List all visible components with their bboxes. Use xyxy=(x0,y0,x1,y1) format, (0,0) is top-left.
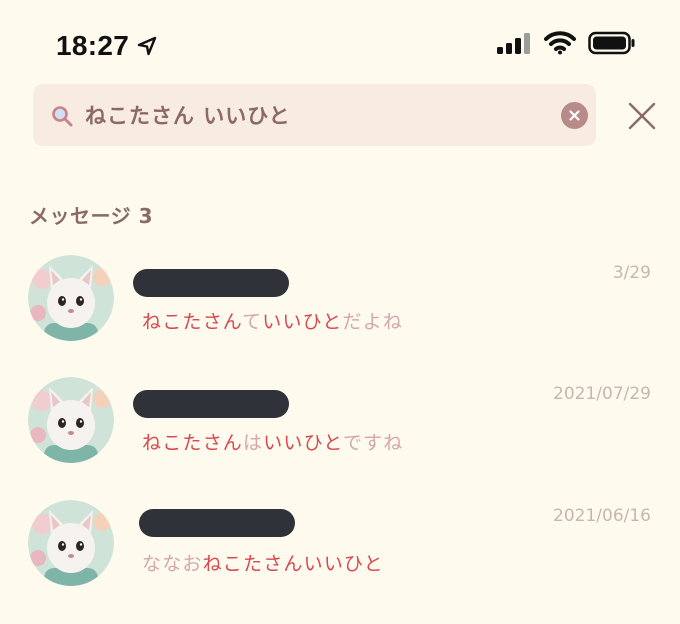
snippet-highlight: ねこたさん xyxy=(142,432,244,454)
avatar xyxy=(28,500,114,586)
wifi-icon xyxy=(544,31,576,55)
snippet-highlight: ねこたさん xyxy=(142,311,243,333)
snippet-text: て xyxy=(242,311,263,333)
message-result-row[interactable]: 3/29 ねこたさんていいひとだよね xyxy=(0,255,680,365)
message-snippet: ねこたさんはいいひとですね xyxy=(142,428,404,455)
close-search-button[interactable] xyxy=(626,100,658,132)
message-snippet: ななおねこたさんいいひと xyxy=(142,549,384,576)
snippet-text: は xyxy=(243,432,264,454)
status-bar-time: 18:27 xyxy=(56,30,157,62)
message-date: 2021/07/29 xyxy=(553,384,651,404)
cellular-signal-icon xyxy=(497,33,530,54)
snippet-text: だよね xyxy=(342,311,404,333)
snippet-text: ですね xyxy=(342,432,404,454)
snippet-highlight: ねこたさん xyxy=(202,553,304,575)
contact-name-redacted xyxy=(133,390,289,418)
contact-name-redacted xyxy=(139,509,295,537)
avatar xyxy=(28,377,114,463)
snippet-highlight: いいひと xyxy=(263,432,343,454)
search-icon xyxy=(52,106,73,127)
status-bar-icons xyxy=(496,31,636,55)
clear-search-button[interactable] xyxy=(561,102,588,129)
section-header-messages: メッセージ 3 xyxy=(29,204,153,228)
status-time-text: 18:27 xyxy=(56,30,130,61)
snippet-text: ななお xyxy=(142,553,203,575)
clear-x-icon xyxy=(569,110,580,121)
snippet-highlight: いいひと xyxy=(303,553,384,575)
search-input[interactable]: ねこたさん いいひと xyxy=(85,100,291,130)
message-result-row[interactable]: 2021/06/16 ななおねこたさんいいひと xyxy=(0,500,680,610)
message-date: 3/29 xyxy=(612,263,651,283)
avatar xyxy=(28,255,114,341)
message-snippet: ねこたさんていいひとだよね xyxy=(142,307,403,334)
snippet-highlight: いいひと xyxy=(262,311,343,333)
contact-name-redacted xyxy=(133,269,289,297)
battery-icon xyxy=(588,31,635,55)
message-result-row[interactable]: 2021/07/29 ねこたさんはいいひとですね xyxy=(0,377,680,487)
close-icon xyxy=(628,102,656,130)
search-bar[interactable]: ねこたさん いいひと xyxy=(33,84,596,146)
location-arrow-icon xyxy=(137,36,157,56)
message-date: 2021/06/16 xyxy=(553,506,651,526)
